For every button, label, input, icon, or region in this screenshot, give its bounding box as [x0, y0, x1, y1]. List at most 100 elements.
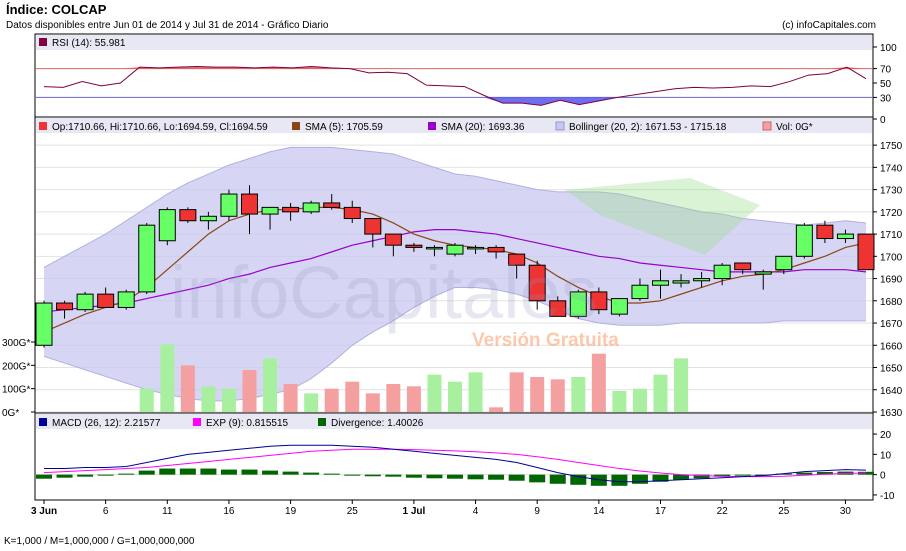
volume-bar	[530, 377, 545, 412]
candle-body	[179, 209, 197, 222]
x-tick-label: 3 Jun	[31, 506, 57, 517]
volume-bar	[160, 344, 175, 412]
macd-tick-label: -10	[880, 491, 895, 502]
volume-tick-label: 100G*	[2, 385, 30, 396]
volume-tick-label: 0G*	[2, 408, 19, 419]
divergence-bar	[631, 474, 648, 484]
candle-body	[261, 206, 279, 215]
divergence-bar	[426, 474, 443, 479]
macd-tick-label: 0	[880, 471, 886, 482]
x-tick-label: 19	[285, 506, 297, 517]
rsi-legend-bar	[36, 35, 872, 50]
candle-body	[693, 278, 711, 282]
sma5-legend-swatch	[292, 122, 300, 130]
volume-tick-label: 200G*	[2, 361, 30, 372]
volume-bar	[406, 386, 421, 412]
price-tick-label: 1680	[880, 297, 903, 308]
divergence-bar	[405, 474, 422, 478]
divergence-bar	[303, 472, 320, 475]
volume-bar	[221, 388, 236, 412]
rsi-legend: RSI (14): 55.981	[52, 38, 126, 49]
x-tick-label: 16	[223, 506, 235, 517]
divergence-bar	[611, 474, 628, 486]
macd-legend-swatch	[39, 418, 47, 426]
divergence-bar	[159, 468, 176, 475]
candle-body	[405, 244, 423, 248]
volume-bar	[283, 384, 298, 412]
exp-legend-swatch	[193, 418, 201, 426]
x-tick-label: 4	[473, 506, 479, 517]
x-tick-label: 22	[717, 506, 729, 517]
candle-body	[857, 233, 875, 271]
price-tick-label: 1700	[880, 252, 903, 263]
divergence-bar	[467, 474, 484, 480]
price-tick-label: 1640	[880, 386, 903, 397]
volume-bar	[304, 393, 319, 412]
divergence-bar	[138, 470, 155, 475]
candle-body	[364, 218, 382, 235]
divergence-bar	[77, 474, 94, 477]
divergence-legend: Divergence: 1.40026	[331, 418, 424, 429]
volume-bar	[632, 388, 647, 412]
divergence-bar	[241, 469, 258, 475]
divergence-bar	[220, 469, 237, 475]
divergence-bar	[488, 474, 505, 480]
candle-body	[138, 224, 156, 293]
candle-body	[35, 302, 53, 346]
x-tick-label: 25	[347, 506, 359, 517]
price-tick-label: 1660	[880, 341, 903, 352]
watermark-version: Versión Gratuita	[472, 330, 619, 351]
volume-bar	[591, 353, 606, 412]
divergence-bar	[508, 474, 525, 481]
candle-body	[836, 233, 854, 240]
candle-body	[76, 293, 94, 311]
volume-bar	[386, 384, 401, 412]
x-tick-label: 11	[162, 506, 173, 517]
volume-bar	[201, 386, 216, 412]
unit-footnote: K=1,000 / M=1,000,000 / G=1,000,000,000	[4, 536, 195, 547]
rsi-legend-swatch	[39, 38, 47, 46]
candle-body	[97, 293, 115, 308]
volume-bar	[180, 365, 195, 412]
sma5-legend: SMA (5): 1705.59	[305, 122, 383, 133]
macd-legend-bar	[36, 414, 872, 429]
candle-body	[282, 206, 300, 213]
divergence-bar	[56, 474, 73, 478]
sma20-legend-swatch	[428, 122, 436, 130]
rsi-tick-label: 100	[880, 43, 897, 54]
divergence-bar	[282, 471, 299, 475]
volume-bar	[448, 381, 462, 412]
candle-body	[199, 215, 217, 222]
candle-body	[117, 291, 135, 308]
divergence-bar	[118, 473, 135, 475]
candle-body	[631, 284, 649, 300]
divergence-bar	[529, 474, 546, 483]
candle-body	[323, 202, 341, 208]
candle-body	[220, 193, 238, 217]
candle-body	[754, 271, 772, 275]
x-tick-label: 30	[840, 506, 852, 517]
volume-bar	[674, 358, 689, 412]
price-tick-label: 1730	[880, 186, 903, 197]
candle-body	[652, 280, 669, 286]
exp-legend: EXP (9): 0.815515	[206, 418, 289, 429]
candle-body	[302, 202, 320, 213]
candle-body	[467, 246, 485, 250]
bollinger-legend: Bollinger (20, 2): 1671.53 - 1715.18	[569, 122, 727, 133]
ohlc-legend-swatch	[39, 122, 47, 130]
divergence-bar	[323, 473, 340, 475]
divergence-bar	[36, 474, 52, 479]
x-tick-label: 6	[103, 506, 109, 517]
candle-body	[734, 262, 752, 271]
price-tick-label: 1630	[880, 408, 903, 419]
x-tick-label: 9	[534, 506, 540, 517]
divergence-bar	[262, 470, 279, 475]
bollinger-legend-swatch	[555, 121, 565, 131]
volume-bar	[345, 381, 360, 412]
volume-bar	[612, 391, 627, 412]
x-tick-label: 1 Jul	[403, 506, 426, 517]
volume-bar	[242, 370, 257, 412]
volume-legend-swatch	[762, 121, 772, 131]
candle-body	[241, 193, 258, 215]
sma20-legend: SMA (20): 1693.36	[441, 122, 525, 133]
